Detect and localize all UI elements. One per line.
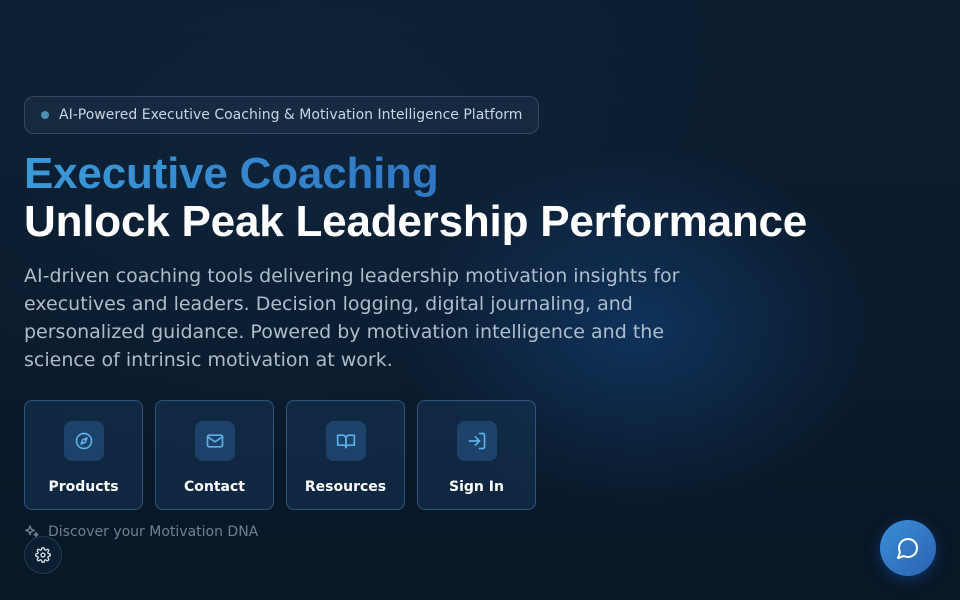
contact-tile[interactable]: Contact <box>155 400 274 510</box>
gear-icon <box>35 547 51 563</box>
sign-in-label: Sign In <box>449 479 504 495</box>
page-title: Unlock Peak Leadership Performance <box>24 197 808 246</box>
compass-icon <box>63 421 104 461</box>
resources-tile[interactable]: Resources <box>286 400 405 510</box>
badge-dot-icon <box>41 111 49 119</box>
headline-gradient: Executive Coaching <box>24 150 924 198</box>
book-open-icon <box>325 421 366 461</box>
contact-label: Contact <box>184 479 245 495</box>
discover-link[interactable]: Discover your Motivation DNA <box>24 524 258 540</box>
platform-badge: AI-Powered Executive Coaching & Motivati… <box>24 96 540 134</box>
settings-button[interactable] <box>24 536 62 574</box>
sign-in-icon <box>456 421 497 461</box>
products-tile[interactable]: Products <box>24 400 143 510</box>
hero-section: AI-Powered Executive Coaching & Motivati… <box>24 96 924 510</box>
sign-in-tile[interactable]: Sign In <box>417 400 536 510</box>
quick-links: Products Contact Resources Sign In <box>24 400 924 510</box>
resources-label: Resources <box>304 479 387 495</box>
hero-description: AI-driven coaching tools delivering lead… <box>24 265 680 371</box>
products-label: Products <box>48 479 119 495</box>
discover-text: Discover your Motivation DNA <box>48 524 259 540</box>
chat-bubble-icon <box>897 538 918 559</box>
mail-icon <box>194 421 235 461</box>
badge-text: AI-Powered Executive Coaching & Motivati… <box>59 107 523 123</box>
chat-button[interactable] <box>880 520 936 576</box>
